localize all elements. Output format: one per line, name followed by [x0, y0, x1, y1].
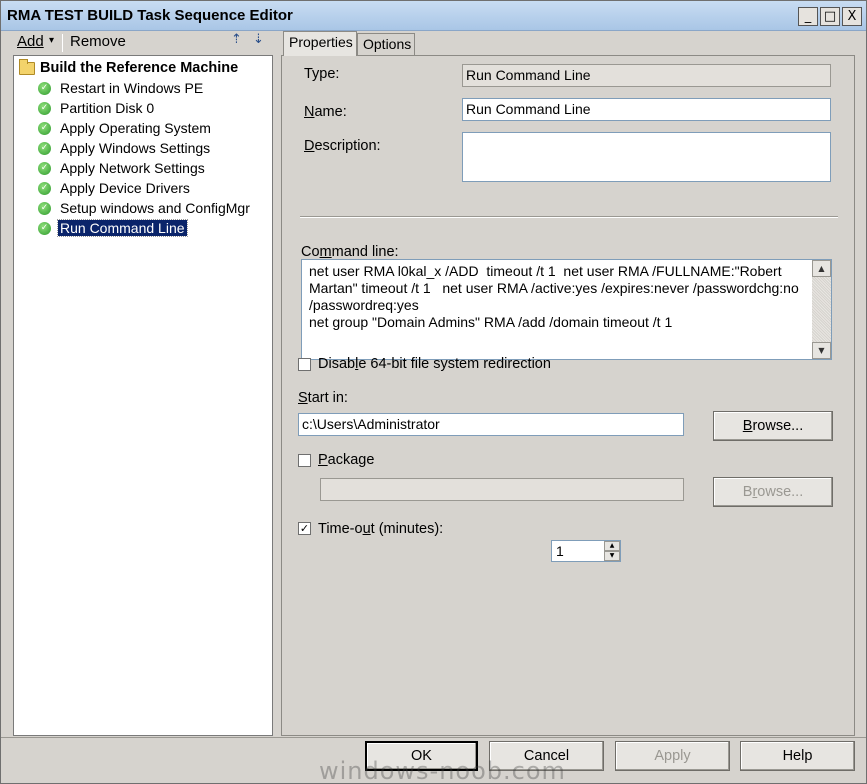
- package-checkbox[interactable]: [298, 454, 311, 467]
- start-in-browse-button[interactable]: Browse...: [713, 411, 833, 441]
- tree-root-label: Build the Reference Machine: [40, 60, 239, 76]
- timeout-label: Time-out (minutes):: [318, 521, 444, 537]
- tree-item-label: Apply Network Settings: [60, 160, 205, 176]
- add-label: Add: [17, 33, 44, 50]
- tree-item-setup-windows-and-configmgr[interactable]: ✓ Setup windows and ConfigMgr: [38, 198, 252, 218]
- tree-item-partition-disk-0[interactable]: ✓ Partition Disk 0: [38, 98, 156, 118]
- footer-divider: [1, 737, 866, 738]
- tree-item-label: Setup windows and ConfigMgr: [60, 200, 250, 216]
- description-input[interactable]: [462, 132, 831, 182]
- move-down-icon[interactable]: ⇣: [253, 32, 269, 50]
- help-button[interactable]: Help: [740, 741, 855, 771]
- disable-redirection-label: Disable 64-bit file system redirection: [318, 356, 551, 372]
- disable-redirection-checkbox[interactable]: [298, 358, 311, 371]
- properties-pane: Properties Options Type: Run Command Lin…: [281, 31, 855, 736]
- name-input[interactable]: Run Command Line: [462, 98, 831, 121]
- tab-properties[interactable]: Properties: [283, 31, 357, 56]
- watermark-text: windows-noob.com: [319, 757, 566, 784]
- chevron-down-icon[interactable]: ▾: [49, 35, 54, 46]
- tree-item-label: Apply Operating System: [60, 120, 211, 136]
- timeout-checkbox[interactable]: ✓: [298, 522, 311, 535]
- close-button[interactable]: X: [842, 7, 862, 26]
- name-label: Name:: [304, 104, 347, 120]
- tree-item-apply-windows-settings[interactable]: ✓ Apply Windows Settings: [38, 138, 212, 158]
- tree-root-group[interactable]: Build the Reference Machine: [19, 58, 238, 78]
- start-in-input[interactable]: c:\Users\Administrator: [298, 413, 684, 436]
- green-check-icon: ✓: [38, 101, 51, 115]
- green-check-icon: ✓: [38, 161, 51, 175]
- scroll-up-arrow-icon[interactable]: ▲: [812, 260, 831, 277]
- package-browse-button: Browse...: [713, 477, 833, 507]
- command-line-scrollbar[interactable]: ▲ ▼: [812, 260, 831, 359]
- section-divider: [300, 216, 838, 218]
- add-menu-button[interactable]: Add: [17, 33, 44, 50]
- window-title: RMA TEST BUILD Task Sequence Editor: [7, 7, 293, 24]
- type-field: Run Command Line: [462, 64, 831, 87]
- package-label: Package: [318, 452, 375, 468]
- tree-item-run-command-line[interactable]: ✓ Run Command Line: [38, 218, 188, 238]
- tree-item-label: Run Command Line: [57, 219, 188, 237]
- timeout-value: 1: [556, 543, 564, 559]
- task-sequence-editor-window: RMA TEST BUILD Task Sequence Editor _ □ …: [0, 0, 867, 784]
- green-check-icon: ✓: [38, 81, 51, 95]
- tree-item-apply-network-settings[interactable]: ✓ Apply Network Settings: [38, 158, 207, 178]
- tree-item-apply-operating-system[interactable]: ✓ Apply Operating System: [38, 118, 213, 138]
- spin-up-arrow-icon[interactable]: ▲: [604, 541, 620, 551]
- folder-icon: [19, 58, 35, 75]
- description-label: Description:: [304, 138, 381, 154]
- green-check-icon: ✓: [38, 201, 51, 215]
- package-field: [320, 478, 684, 501]
- tree-item-label: Apply Windows Settings: [60, 140, 211, 156]
- sequence-toolbar: Add ▾ Remove ⇡ ⇣: [13, 31, 275, 55]
- command-line-input[interactable]: net user RMA l0kal_x /ADD timeout /t 1 n…: [301, 259, 832, 360]
- apply-button[interactable]: Apply: [615, 741, 730, 771]
- maximize-button[interactable]: □: [820, 7, 840, 26]
- remove-button[interactable]: Remove: [70, 33, 126, 50]
- tab-options[interactable]: Options: [357, 33, 415, 55]
- command-line-label: Command line:: [301, 244, 399, 260]
- toolbar-divider: [62, 34, 63, 52]
- green-check-icon: ✓: [38, 221, 51, 235]
- type-label: Type:: [304, 66, 340, 82]
- green-check-icon: ✓: [38, 141, 51, 155]
- tree-item-restart-in-windows-pe[interactable]: ✓ Restart in Windows PE: [38, 78, 205, 98]
- properties-tab-content: Type: Run Command Line Name: Run Command…: [281, 55, 855, 736]
- title-bar[interactable]: RMA TEST BUILD Task Sequence Editor _ □ …: [1, 1, 866, 31]
- green-check-icon: ✓: [38, 121, 51, 135]
- command-line-text: net user RMA l0kal_x /ADD timeout /t 1 n…: [309, 263, 799, 330]
- start-in-label: Start in:: [298, 390, 348, 406]
- task-sequence-tree[interactable]: Build the Reference Machine ✓ Restart in…: [13, 55, 273, 736]
- green-check-icon: ✓: [38, 181, 51, 195]
- tree-item-apply-device-drivers[interactable]: ✓ Apply Device Drivers: [38, 178, 192, 198]
- spin-down-arrow-icon[interactable]: ▼: [604, 551, 620, 561]
- tree-item-label: Partition Disk 0: [60, 100, 155, 116]
- minimize-button[interactable]: _: [798, 7, 818, 26]
- timeout-spinner[interactable]: 1 ▲ ▼: [551, 540, 621, 562]
- scroll-down-arrow-icon[interactable]: ▼: [812, 342, 831, 359]
- move-up-icon[interactable]: ⇡: [231, 32, 247, 50]
- tree-item-label: Restart in Windows PE: [60, 80, 204, 96]
- tree-item-label: Apply Device Drivers: [60, 180, 190, 196]
